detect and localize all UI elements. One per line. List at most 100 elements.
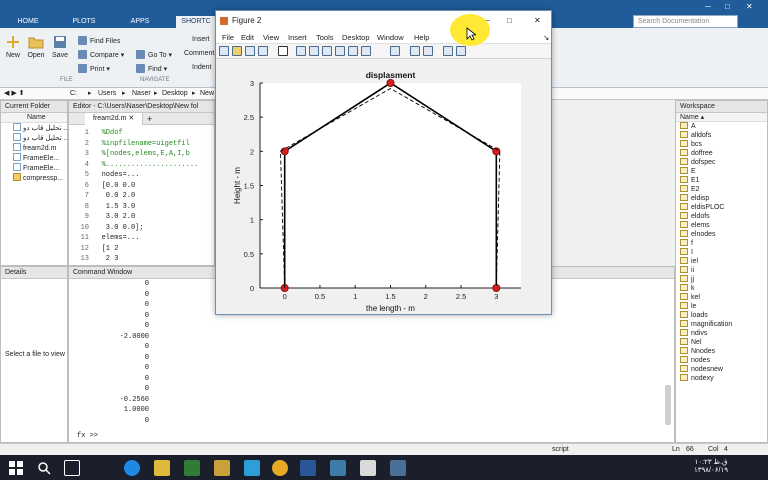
colorbar-icon[interactable] [410,46,420,56]
command-scrollbar[interactable] [665,385,671,425]
editor-code[interactable]: 1 %Ddof 2 %inpfilename=uigetfil 3 %[nodes,… [69,125,214,265]
workspace-var[interactable]: f [676,239,767,248]
code-line[interactable]: 7 0.0 2.0 [69,191,214,202]
code-line[interactable]: 6 [0.0 0.0 [69,181,214,192]
menu-tools[interactable]: Tools [316,31,334,44]
zoom-out-icon[interactable] [309,46,319,56]
workspace-var[interactable]: iel [676,257,767,266]
tab-apps[interactable]: APPS [120,16,160,28]
find-button[interactable]: Find ▾ [136,64,167,73]
code-line[interactable]: 8 1.5 3.0 [69,202,214,213]
name-column-header[interactable]: Name [1,113,67,123]
comment-button[interactable]: Comment [184,50,214,57]
code-line[interactable]: 10 3.0 0.0]; [69,223,214,234]
pan-icon[interactable] [322,46,332,56]
open-file-icon[interactable] [232,46,242,56]
chrome-icon[interactable] [272,460,288,476]
word-icon[interactable] [300,460,316,476]
figure-maximize-icon[interactable]: □ [507,11,512,31]
new-tab-icon[interactable]: + [147,113,152,125]
workspace-var[interactable]: alldofs [676,131,767,140]
minimize-icon[interactable]: ─ [705,2,711,11]
data-cursor-icon[interactable] [348,46,358,56]
file-explorer-icon[interactable] [154,460,170,476]
photos-icon[interactable] [390,460,406,476]
tray-app-icon[interactable] [214,460,230,476]
app-s-icon[interactable] [330,460,346,476]
insert-button[interactable]: Insert [192,36,210,43]
menu-file[interactable]: File [222,31,234,44]
print-figure-icon[interactable] [258,46,268,56]
menu-dock-arrow-icon[interactable]: ↘ [543,31,549,44]
workspace-var[interactable]: bcs [676,140,767,149]
workspace-var[interactable]: I [676,248,767,257]
workspace-var[interactable]: ii [676,266,767,275]
workspace-var[interactable]: k [676,284,767,293]
video-app-icon[interactable] [360,460,376,476]
open-button[interactable]: Open [26,34,46,59]
code-line[interactable]: 9 3.0 2.0 [69,212,214,223]
code-line[interactable]: 2 %inpfilename=uigetfil [69,139,214,150]
path-part-new[interactable]: New [200,88,214,100]
editor-tab-fream2d[interactable]: fream2d.m ✕ [85,113,144,125]
workspace-var[interactable]: le [676,302,767,311]
workspace-var[interactable]: elnodes [676,230,767,239]
show-plot-tools-icon[interactable] [456,46,466,56]
figure-close-icon[interactable]: ✕ [534,11,541,31]
workspace-var[interactable]: E2 [676,185,767,194]
workspace-var[interactable]: loads [676,311,767,320]
workspace-var[interactable]: dofspec [676,158,767,167]
command-prompt[interactable]: fx >> [77,431,98,442]
hide-plot-tools-icon[interactable] [443,46,453,56]
file-item[interactable]: fream2d.m [1,143,67,153]
file-item[interactable]: FrameEle... [1,153,67,163]
save-button[interactable]: Save [50,34,70,59]
compare-button[interactable]: Compare ▾ [78,50,124,59]
workspace-var[interactable]: nodexy [676,374,767,383]
workspace-var[interactable]: eldisPLOC [676,203,767,212]
print-button[interactable]: Print ▾ [78,64,110,73]
tab-home[interactable]: HOME [8,16,48,28]
workspace-var[interactable]: A [676,122,767,131]
path-part-user[interactable]: Naser [132,88,151,100]
search-documentation-input[interactable]: Search Documentation [633,15,738,28]
select-arrow-icon[interactable] [278,46,288,56]
workspace-var[interactable]: elems [676,221,767,230]
code-line[interactable]: 1 %Ddof [69,128,214,139]
path-part-drive[interactable]: C: [70,88,77,100]
save-figure-icon[interactable] [245,46,255,56]
store-icon[interactable] [184,460,200,476]
find-files-button[interactable]: Find Files [78,36,120,45]
new-button[interactable]: New [4,34,22,59]
folder-item[interactable]: compressp... [1,173,67,183]
new-figure-icon[interactable] [219,46,229,56]
workspace-var[interactable]: doffree [676,149,767,158]
workspace-name-header[interactable]: Name ▴ [676,113,767,122]
workspace-var[interactable]: ndivs [676,329,767,338]
code-line[interactable]: 12 [1 2 [69,244,214,255]
tab-shortcuts[interactable]: SHORTC [176,16,216,28]
file-item[interactable]: FrameEle... [1,163,67,173]
search-icon[interactable] [36,460,52,476]
code-line[interactable]: 13 2 3 [69,254,214,265]
path-part-users[interactable]: Users [98,88,116,100]
code-line[interactable]: 3 %[nodes,elems,E,A,I,b [69,149,214,160]
brush-icon[interactable] [361,46,371,56]
zoom-in-icon[interactable] [296,46,306,56]
link-plot-icon[interactable] [390,46,400,56]
code-line[interactable]: 5 nodes=... [69,170,214,181]
indent-button[interactable]: Indent [192,64,211,71]
path-part-desktop[interactable]: Desktop [162,88,188,100]
menu-view[interactable]: View [263,31,279,44]
workspace-var[interactable]: kel [676,293,767,302]
menu-window[interactable]: Window [377,31,404,44]
menu-edit[interactable]: Edit [241,31,254,44]
edge-icon[interactable] [124,460,140,476]
workspace-var[interactable]: eldofs [676,212,767,221]
workspace-var[interactable]: Nnodes [676,347,767,356]
file-item[interactable]: تحلیل قاب دو ... [1,133,69,143]
rotate-icon[interactable] [335,46,345,56]
task-view-icon[interactable] [64,460,80,476]
restore-icon[interactable]: □ [725,2,730,11]
code-line[interactable]: 4 %...................... [69,160,214,171]
